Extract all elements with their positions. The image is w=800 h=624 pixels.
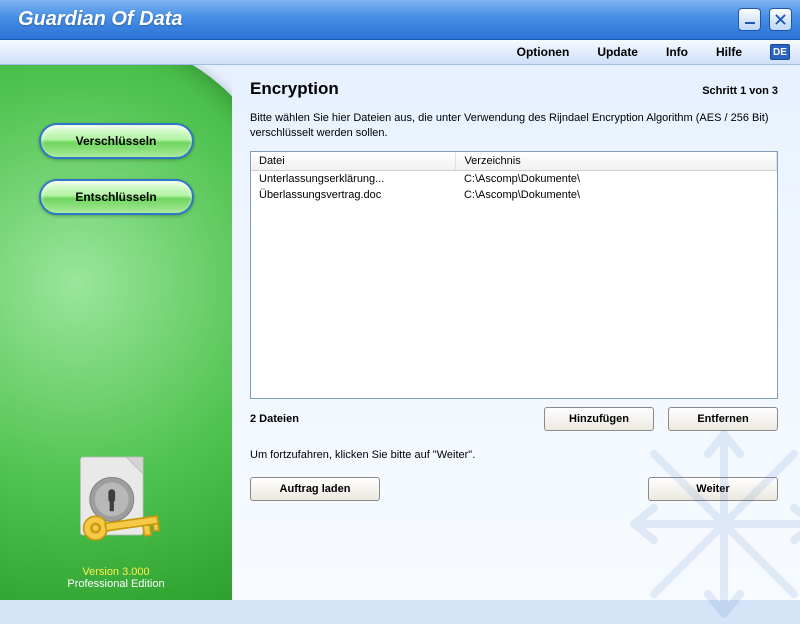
column-header-file[interactable]: Datei bbox=[251, 152, 456, 171]
minimize-button[interactable] bbox=[738, 8, 761, 31]
decrypt-button[interactable]: Entschlüsseln bbox=[39, 179, 194, 215]
menu-info[interactable]: Info bbox=[666, 45, 688, 59]
remove-button[interactable]: Entfernen bbox=[668, 407, 778, 431]
encrypt-button[interactable]: Verschlüsseln bbox=[39, 123, 194, 159]
cell-dir: C:\Ascomp\Dokumente\ bbox=[456, 187, 777, 203]
step-indicator: Schritt 1 von 3 bbox=[702, 85, 778, 97]
add-button[interactable]: Hinzufügen bbox=[544, 407, 654, 431]
page-heading: Encryption bbox=[250, 79, 339, 99]
version-text: Version 3.000 bbox=[82, 566, 149, 578]
menu-update[interactable]: Update bbox=[597, 45, 638, 59]
titlebar: Guardian Of Data bbox=[0, 0, 800, 40]
cell-file: Überlassungsvertrag.doc bbox=[251, 187, 456, 203]
minimize-icon bbox=[744, 14, 756, 26]
cell-file: Unterlassungserklärung... bbox=[251, 170, 456, 187]
main-panel: Encryption Schritt 1 von 3 Bitte wählen … bbox=[232, 65, 800, 600]
table-row[interactable]: Unterlassungserklärung...C:\Ascomp\Dokum… bbox=[251, 170, 777, 187]
instructions-text: Bitte wählen Sie hier Dateien aus, die u… bbox=[250, 111, 778, 141]
sidebar: Verschlüsseln Entschlüsseln bbox=[0, 65, 232, 600]
close-button[interactable] bbox=[769, 8, 792, 31]
column-header-dir[interactable]: Verzeichnis bbox=[456, 152, 777, 171]
window-controls bbox=[738, 8, 792, 31]
menu-options[interactable]: Optionen bbox=[517, 45, 570, 59]
continue-hint: Um fortzufahren, klicken Sie bitte auf "… bbox=[250, 449, 778, 461]
close-icon bbox=[775, 14, 786, 25]
next-button[interactable]: Weiter bbox=[648, 477, 778, 501]
file-count: 2 Dateien bbox=[250, 413, 299, 425]
menu-help[interactable]: Hilfe bbox=[716, 45, 742, 59]
app-logo-block: Version 3.000 Professional Edition bbox=[56, 452, 176, 600]
load-job-button[interactable]: Auftrag laden bbox=[250, 477, 380, 501]
file-list[interactable]: Datei Verzeichnis Unterlassungserklärung… bbox=[250, 151, 778, 399]
lock-key-icon bbox=[56, 452, 176, 562]
cell-dir: C:\Ascomp\Dokumente\ bbox=[456, 170, 777, 187]
edition-text: Professional Edition bbox=[67, 578, 164, 590]
app-title: Guardian Of Data bbox=[18, 8, 182, 31]
table-row[interactable]: Überlassungsvertrag.docC:\Ascomp\Dokumen… bbox=[251, 187, 777, 203]
menu-bar: Optionen Update Info Hilfe DE bbox=[0, 40, 800, 65]
language-badge[interactable]: DE bbox=[770, 44, 790, 60]
